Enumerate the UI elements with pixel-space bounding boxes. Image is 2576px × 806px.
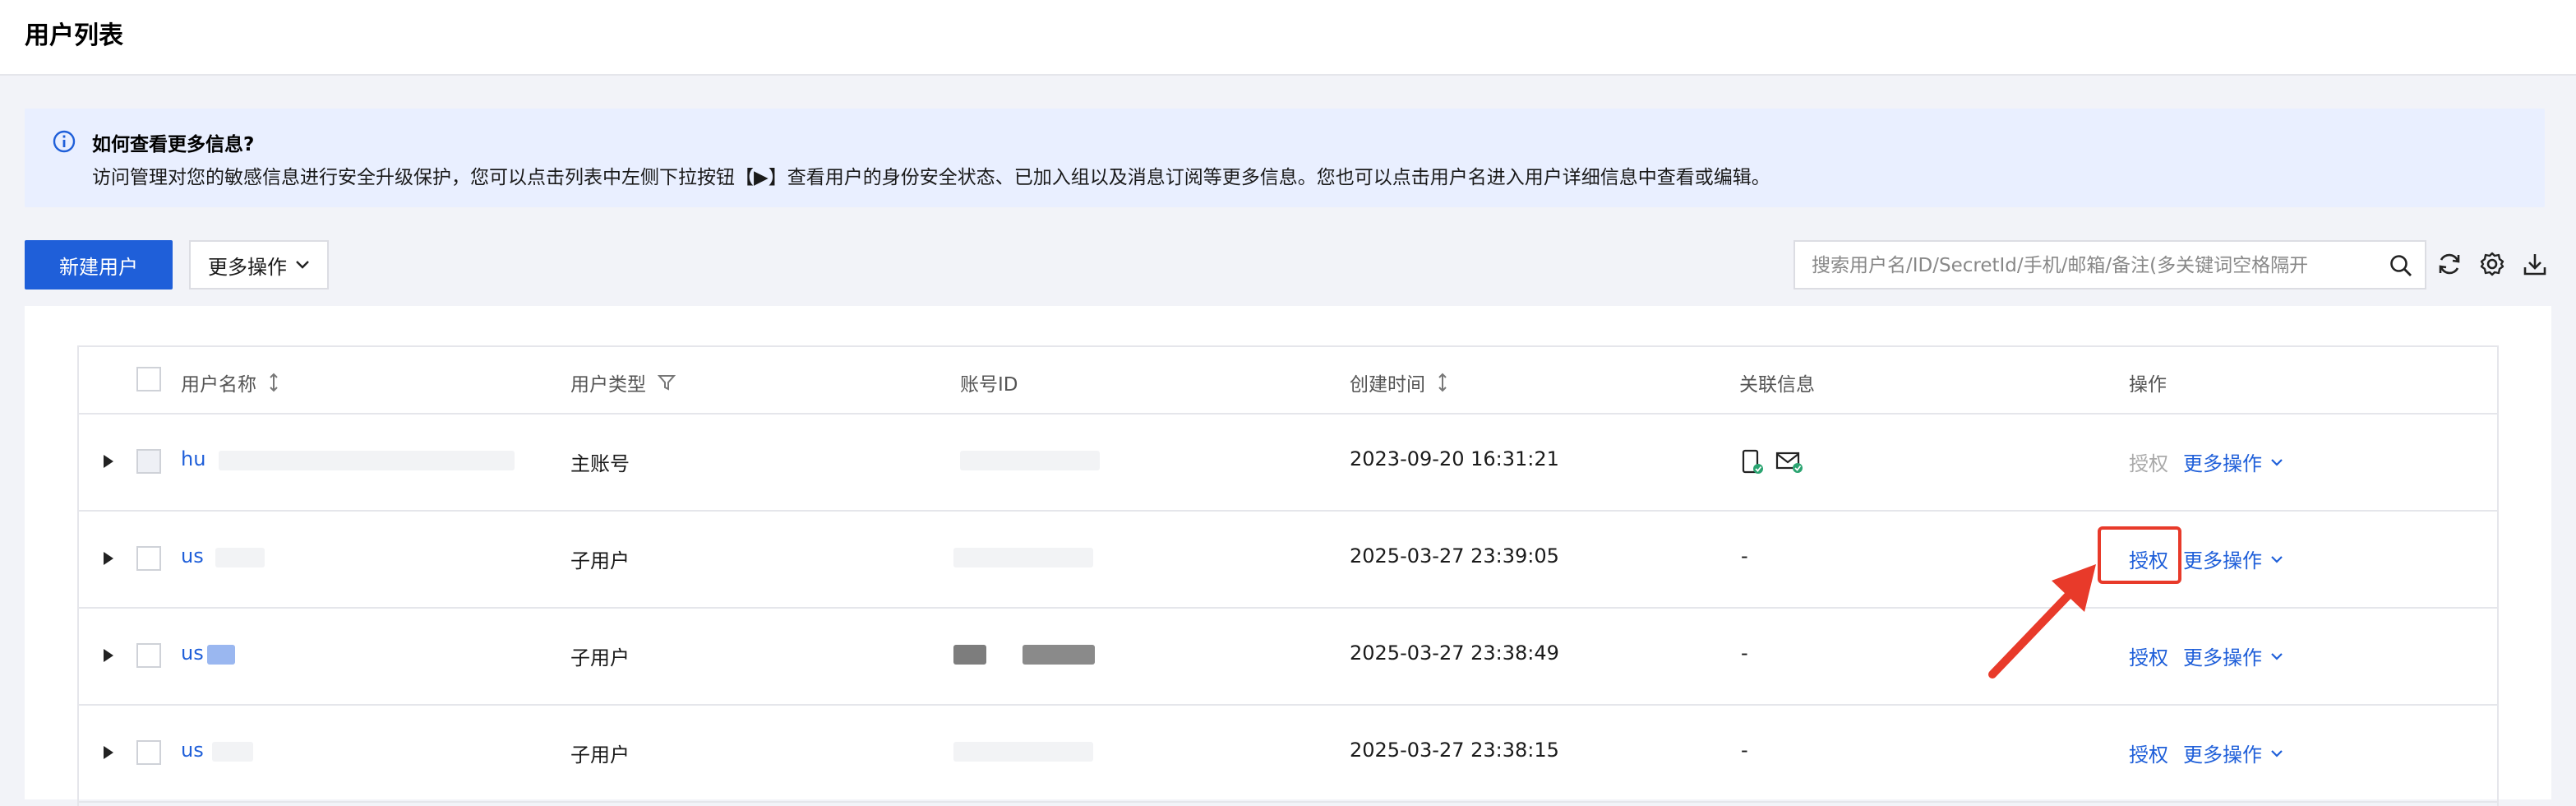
header-actions: 操作 — [2129, 374, 2167, 396]
header-account-id: 账号ID — [960, 374, 1018, 396]
redacted-account-id — [953, 548, 1093, 567]
created-time: 2023-09-20 16:31:21 — [1350, 447, 1559, 470]
chevron-down-icon — [2271, 555, 2283, 563]
user-type: 主账号 — [570, 452, 630, 475]
phone-verified-icon — [1742, 449, 1763, 474]
user-type: 子用户 — [570, 743, 630, 767]
row-checkbox[interactable] — [136, 546, 161, 571]
row-checkbox — [136, 449, 161, 474]
expand-arrow-icon[interactable] — [104, 649, 113, 662]
redacted-account-id — [953, 742, 1093, 762]
chevron-down-icon — [2271, 458, 2283, 466]
info-banner: 如何查看更多信息? 访问管理对您的敏感信息进行安全升级保护，您可以点击列表中左侧… — [25, 109, 2545, 207]
search-icon[interactable] — [2389, 253, 2413, 278]
sort-icon[interactable] — [268, 373, 279, 392]
authorize-link[interactable]: 授权 — [2129, 739, 2168, 767]
expand-arrow-icon[interactable] — [104, 552, 113, 565]
user-type: 子用户 — [570, 646, 630, 669]
more-operations-dropdown[interactable]: 更多操作 — [189, 240, 329, 290]
redacted-name — [215, 548, 265, 567]
created-time: 2025-03-27 23:39:05 — [1350, 544, 1559, 567]
user-name-link[interactable]: us — [181, 739, 204, 762]
new-user-button[interactable]: 新建用户 — [25, 240, 173, 290]
page-title: 用户列表 — [25, 21, 123, 50]
created-time: 2025-03-27 23:38:15 — [1350, 739, 1559, 762]
annotation-arrow-icon — [1988, 564, 2096, 679]
refresh-icon[interactable] — [2436, 251, 2463, 277]
row-checkbox[interactable] — [136, 740, 161, 765]
row-more-operations[interactable]: 更多操作 — [2183, 642, 2283, 670]
gear-icon[interactable] — [2479, 251, 2505, 277]
expand-arrow-icon[interactable] — [104, 746, 113, 759]
redacted-account-id — [953, 645, 986, 665]
redacted-name — [212, 742, 253, 762]
select-all-checkbox[interactable] — [136, 367, 161, 391]
search-input[interactable] — [1810, 242, 2372, 290]
sort-icon[interactable] — [1437, 373, 1448, 392]
authorize-link[interactable]: 授权 — [2129, 642, 2168, 670]
created-time: 2025-03-27 23:38:49 — [1350, 642, 1559, 665]
user-name-link[interactable]: hu — [181, 447, 205, 470]
header-created-time[interactable]: 创建时间 — [1350, 368, 1448, 396]
user-type: 子用户 — [570, 549, 630, 572]
authorize-link-disabled: 授权 — [2129, 452, 2168, 475]
info-title: 如何查看更多信息? — [92, 134, 255, 155]
linked-info: - — [1741, 642, 1748, 665]
redacted-account-id — [1023, 645, 1095, 665]
header-user-name[interactable]: 用户名称 — [181, 368, 279, 396]
row-more-operations[interactable]: 更多操作 — [2183, 544, 2283, 573]
row-more-operations[interactable]: 更多操作 — [2183, 739, 2283, 767]
user-name-link[interactable]: us — [181, 642, 204, 665]
user-name-link[interactable]: us — [181, 544, 204, 567]
table-row: hu 主账号 2023-09-20 16:31:21 授权 更多操作 — [79, 413, 2497, 512]
page-header: 用户列表 — [0, 0, 2576, 76]
chevron-down-icon — [296, 261, 309, 269]
header-linked-info: 关联信息 — [1739, 374, 1815, 396]
redacted-name — [207, 645, 235, 665]
table-row: us 子用户 2025-03-27 23:38:49 - 授权 更多操作 — [79, 607, 2497, 706]
linked-info: - — [1741, 739, 1748, 762]
download-icon[interactable] — [2522, 251, 2548, 277]
search-box[interactable] — [1794, 240, 2426, 290]
chevron-down-icon — [2271, 652, 2283, 660]
row-more-operations[interactable]: 更多操作 — [2183, 447, 2283, 476]
header-user-type[interactable]: 用户类型 — [570, 368, 676, 396]
mail-verified-icon — [1775, 452, 1803, 473]
row-checkbox[interactable] — [136, 643, 161, 668]
info-icon — [53, 130, 76, 153]
filter-icon[interactable] — [658, 373, 676, 391]
table-row: us 子用户 2025-03-27 23:38:15 - 授权 更多操作 — [79, 704, 2497, 803]
table-header: 用户名称 用户类型 账号ID 创建时间 关联信息 操作 — [79, 347, 2497, 415]
chevron-down-icon — [2271, 749, 2283, 757]
expand-arrow-icon[interactable] — [104, 455, 113, 468]
more-operations-label: 更多操作 — [208, 255, 287, 279]
redacted-account-id — [960, 451, 1100, 470]
redacted-name — [219, 451, 515, 470]
linked-info: - — [1741, 544, 1748, 567]
info-description: 访问管理对您的敏感信息进行安全升级保护，您可以点击列表中左侧下拉按钮【▶】查看用… — [92, 167, 1770, 188]
